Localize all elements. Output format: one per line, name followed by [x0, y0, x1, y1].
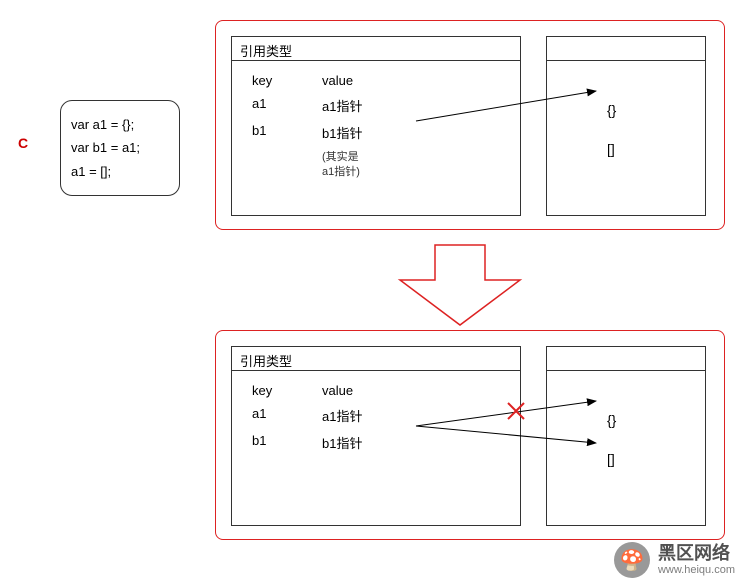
table-cell: b1指针 — [322, 123, 422, 142]
state-panel-after: 引用类型 key value a1 a1指针 b1 b1指针 {} [] — [215, 330, 725, 540]
heap-array: [] — [607, 130, 705, 169]
table-cell: b1指针 — [322, 433, 422, 452]
table-cell: b1 — [252, 433, 322, 452]
table-header-key: key — [252, 383, 322, 398]
box-title — [547, 37, 705, 61]
reference-table-box: 引用类型 key value a1 a1指针 b1 b1指针 (其实是 a1指针… — [231, 36, 521, 216]
code-line: var a1 = {}; — [71, 113, 169, 136]
table-cell: a1 — [252, 96, 322, 115]
box-title: 引用类型 — [232, 37, 520, 61]
table-cell: a1 — [252, 406, 322, 425]
heap-object: {} — [607, 401, 705, 440]
watermark: 🍄 黑区网络 www.heiqu.com — [614, 542, 735, 578]
table-cell: b1 — [252, 123, 322, 142]
code-snippet: var a1 = {}; var b1 = a1; a1 = []; — [60, 100, 180, 196]
table-header-value: value — [322, 73, 422, 88]
heap-array: [] — [607, 440, 705, 479]
heap-box: {} [] — [546, 346, 706, 526]
table-header-value: value — [322, 383, 422, 398]
heap-object: {} — [607, 91, 705, 130]
note-text: (其实是 — [322, 150, 500, 165]
table-cell: a1指针 — [322, 96, 422, 115]
watermark-icon: 🍄 — [614, 542, 650, 578]
state-panel-before: 引用类型 key value a1 a1指针 b1 b1指针 (其实是 a1指针… — [215, 20, 725, 230]
note-text: a1指针) — [322, 165, 500, 180]
code-line: a1 = []; — [71, 160, 169, 183]
reference-table-box: 引用类型 key value a1 a1指针 b1 b1指针 — [231, 346, 521, 526]
watermark-title: 黑区网络 — [658, 543, 735, 565]
table-cell: a1指针 — [322, 406, 422, 425]
code-line: var b1 = a1; — [71, 136, 169, 159]
watermark-url: www.heiqu.com — [658, 564, 735, 577]
table-header-key: key — [252, 73, 322, 88]
box-title — [547, 347, 705, 371]
flow-arrow-icon — [380, 240, 540, 330]
box-title: 引用类型 — [232, 347, 520, 371]
section-label: C — [18, 135, 28, 151]
heap-box: {} [] — [546, 36, 706, 216]
